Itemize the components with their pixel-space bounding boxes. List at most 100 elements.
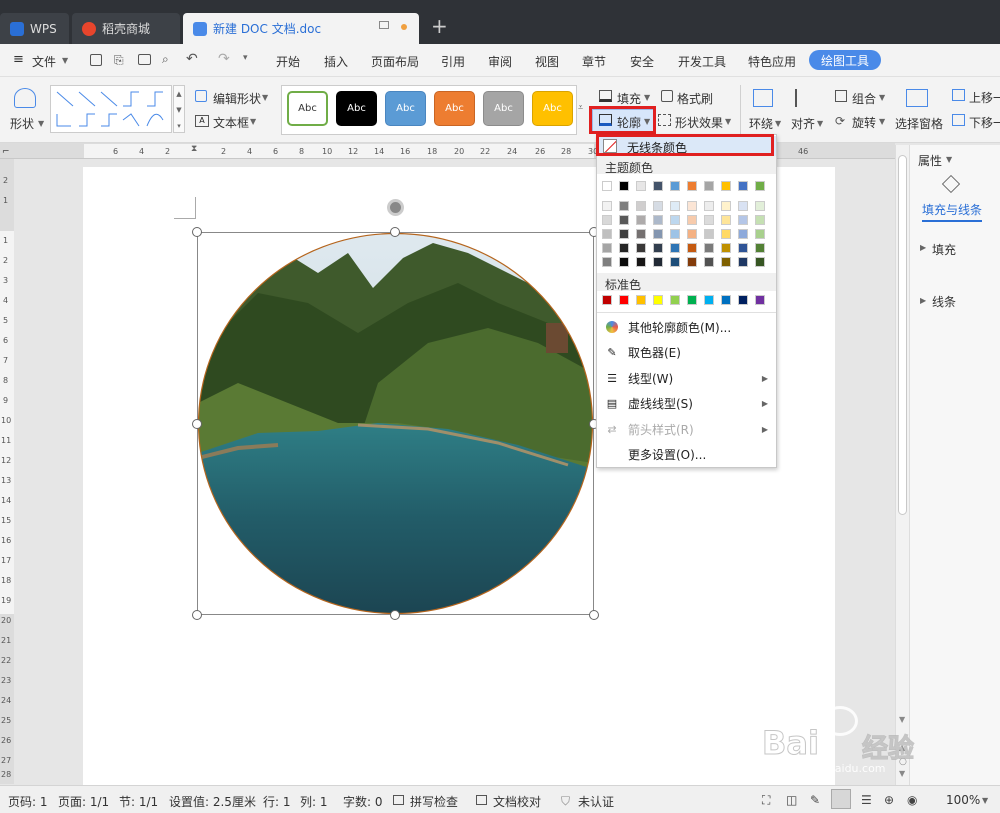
chevron-down-icon[interactable]: ▼ bbox=[879, 117, 885, 126]
theme-shade-swatch[interactable] bbox=[636, 215, 646, 225]
shape-style-5[interactable]: Abc bbox=[483, 91, 524, 126]
landscape-picture[interactable] bbox=[198, 233, 593, 614]
theme-shade-swatch[interactable] bbox=[636, 257, 646, 267]
text-box-button[interactable]: 文本框 bbox=[213, 114, 249, 131]
wrap-button[interactable]: 环绕 bbox=[749, 115, 773, 132]
theme-shade-swatch[interactable] bbox=[738, 201, 748, 211]
expand-icon[interactable]: ▶ bbox=[920, 296, 926, 305]
selection-pane-button[interactable]: 选择窗格 bbox=[895, 115, 943, 132]
theme-shade-swatch[interactable] bbox=[755, 229, 765, 239]
theme-shade-swatch[interactable] bbox=[653, 243, 663, 253]
chevron-down-icon[interactable]: ▼ bbox=[725, 117, 731, 126]
theme-shade-swatch[interactable] bbox=[619, 215, 629, 225]
save-icon[interactable] bbox=[90, 54, 102, 66]
page-view-icon[interactable] bbox=[831, 789, 851, 809]
theme-color-swatch[interactable] bbox=[687, 181, 697, 191]
standard-color-swatch[interactable] bbox=[653, 295, 663, 305]
theme-shade-swatch[interactable] bbox=[636, 243, 646, 253]
theme-shade-swatch[interactable] bbox=[670, 201, 680, 211]
quick-access-more-icon[interactable]: ▾ bbox=[243, 53, 248, 63]
standard-color-swatch[interactable] bbox=[704, 295, 714, 305]
theme-shade-swatch[interactable] bbox=[704, 215, 714, 225]
theme-shade-swatch[interactable] bbox=[721, 215, 731, 225]
theme-shade-swatch[interactable] bbox=[704, 257, 714, 267]
theme-shade-swatch[interactable] bbox=[755, 201, 765, 211]
theme-color-swatch[interactable] bbox=[738, 181, 748, 191]
scrollbar-thumb[interactable] bbox=[898, 155, 907, 515]
chevron-down-icon[interactable]: ▼ bbox=[775, 119, 781, 128]
theme-shade-swatch[interactable] bbox=[721, 257, 731, 267]
shape-style-2[interactable]: Abc bbox=[336, 91, 377, 126]
shape-button[interactable]: 形状 bbox=[10, 115, 34, 132]
spell-check-button[interactable]: 拼写检查 bbox=[410, 793, 458, 810]
theme-shade-swatch[interactable] bbox=[687, 201, 697, 211]
theme-shade-swatch[interactable] bbox=[653, 229, 663, 239]
line-section[interactable]: 线条 bbox=[932, 293, 956, 310]
bring-forward-button[interactable]: 上移一 bbox=[969, 89, 1000, 106]
more-settings-item[interactable]: 更多设置(O)... bbox=[597, 442, 776, 466]
standard-color-swatch[interactable] bbox=[721, 295, 731, 305]
theme-shade-swatch[interactable] bbox=[721, 201, 731, 211]
theme-shade-swatch[interactable] bbox=[636, 229, 646, 239]
theme-shade-swatch[interactable] bbox=[738, 257, 748, 267]
theme-shade-swatch[interactable] bbox=[704, 201, 714, 211]
menu-view[interactable]: 视图 bbox=[535, 53, 559, 70]
rotate-handle-icon[interactable] bbox=[387, 199, 404, 216]
line-type-item[interactable]: ☰ 线型(W) ▶ bbox=[597, 366, 776, 390]
theme-shade-swatch[interactable] bbox=[704, 243, 714, 253]
standard-color-swatch[interactable] bbox=[738, 295, 748, 305]
theme-color-swatch[interactable] bbox=[755, 181, 765, 191]
zoom-level[interactable]: 100% bbox=[946, 793, 980, 807]
print-icon[interactable] bbox=[138, 54, 151, 65]
chevron-down-icon[interactable]: ▼ bbox=[62, 56, 68, 65]
theme-shade-swatch[interactable] bbox=[721, 243, 731, 253]
theme-shade-swatch[interactable] bbox=[602, 257, 612, 267]
theme-shade-swatch[interactable] bbox=[755, 257, 765, 267]
theme-shade-swatch[interactable] bbox=[687, 215, 697, 225]
tab-daoke-store[interactable]: 稻壳商城 bbox=[72, 13, 180, 44]
chevron-down-icon[interactable]: ▼ bbox=[817, 119, 823, 128]
tab-stop-icon[interactable]: ⌐ bbox=[2, 147, 10, 157]
shape-effect-button[interactable]: 形状效果 bbox=[675, 114, 723, 131]
menu-insert[interactable]: 插入 bbox=[324, 53, 348, 70]
chevron-down-icon[interactable]: ▼ bbox=[946, 155, 952, 164]
theme-shade-swatch[interactable] bbox=[687, 257, 697, 267]
theme-shade-swatch[interactable] bbox=[755, 215, 765, 225]
theme-shade-swatch[interactable] bbox=[670, 243, 680, 253]
shape-icon[interactable] bbox=[14, 88, 36, 108]
rotate-button[interactable]: 旋转 bbox=[852, 114, 876, 131]
chevron-down-icon[interactable]: ▼ bbox=[879, 93, 885, 102]
theme-color-swatch[interactable] bbox=[653, 181, 663, 191]
theme-shade-swatch[interactable] bbox=[653, 201, 663, 211]
chevron-down-icon[interactable]: ▼ bbox=[250, 117, 256, 126]
send-backward-button[interactable]: 下移一 bbox=[969, 114, 1000, 131]
theme-shade-swatch[interactable] bbox=[653, 257, 663, 267]
theme-shade-swatch[interactable] bbox=[704, 229, 714, 239]
standard-color-swatch[interactable] bbox=[670, 295, 680, 305]
align-button[interactable]: 对齐 bbox=[791, 115, 815, 132]
theme-shade-swatch[interactable] bbox=[755, 243, 765, 253]
line-shapes-gallery[interactable] bbox=[50, 85, 172, 133]
indent-marker-icon[interactable]: ⧗ bbox=[191, 144, 197, 154]
theme-shade-swatch[interactable] bbox=[721, 229, 731, 239]
resize-handle[interactable] bbox=[192, 227, 202, 237]
fullscreen-icon[interactable]: ⛶ bbox=[762, 793, 770, 808]
menu-home[interactable]: 开始 bbox=[276, 53, 300, 70]
outline-view-icon[interactable]: ☰ bbox=[861, 793, 872, 807]
more-outline-colors-item[interactable]: 其他轮廓颜色(M)... bbox=[597, 315, 776, 339]
doc-proof-button[interactable]: 文档校对 bbox=[493, 793, 541, 810]
shape-style-4[interactable]: Abc bbox=[434, 91, 475, 126]
monitor-icon[interactable] bbox=[379, 21, 389, 29]
export-icon[interactable]: ⎘ bbox=[114, 53, 124, 68]
theme-shade-swatch[interactable] bbox=[653, 215, 663, 225]
theme-shade-swatch[interactable] bbox=[687, 243, 697, 253]
web-view-icon[interactable]: ⊕ bbox=[884, 793, 894, 807]
shape-style-1[interactable]: Abc bbox=[287, 91, 328, 126]
tab-wps[interactable]: WPS bbox=[0, 13, 69, 44]
status-word-count[interactable]: 字数: 0 bbox=[343, 793, 383, 810]
tab-document[interactable]: 新建 DOC 文档.doc bbox=[183, 13, 419, 44]
theme-shade-swatch[interactable] bbox=[670, 229, 680, 239]
resize-handle[interactable] bbox=[390, 227, 400, 237]
vertical-scrollbar[interactable]: ▼ ▲ ○ ▼ bbox=[895, 145, 909, 785]
theme-color-swatch[interactable] bbox=[619, 181, 629, 191]
